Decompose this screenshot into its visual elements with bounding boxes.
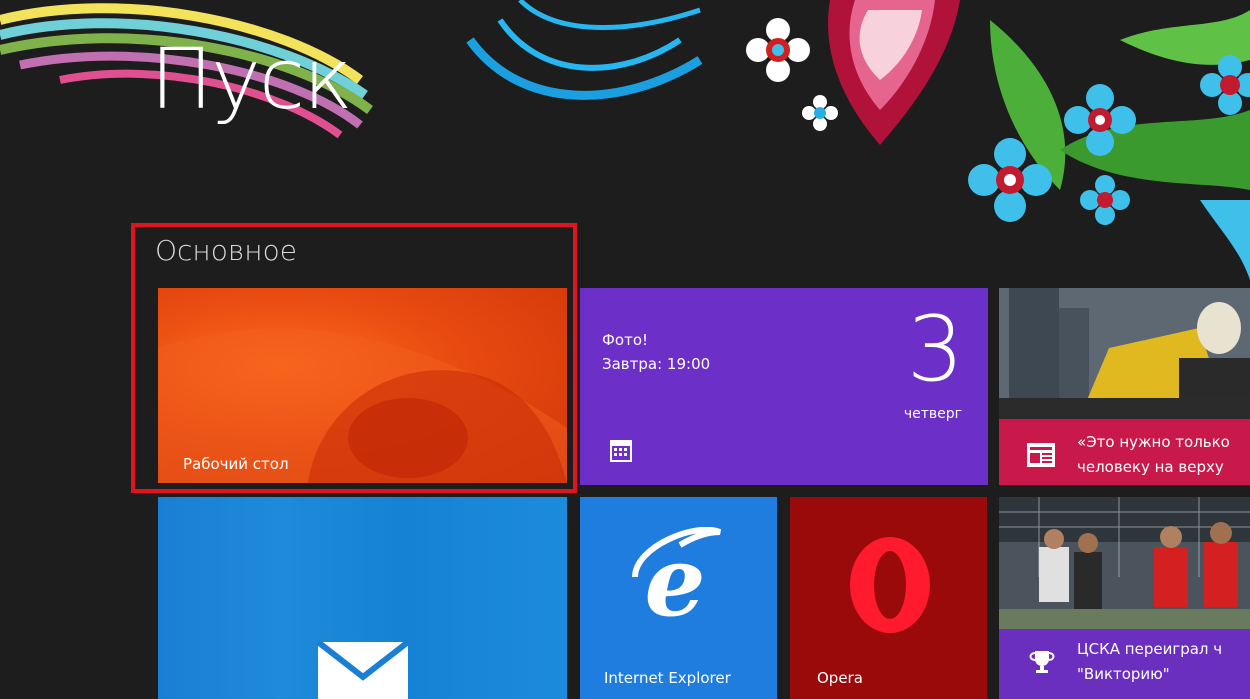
start-screen-title: Пуск (150, 30, 353, 128)
calendar-event-title: Фото! (602, 331, 649, 349)
tile-opera-label: Opera (817, 669, 863, 687)
tile-desktop[interactable]: Рабочий стол (158, 288, 567, 483)
calendar-icon (610, 440, 632, 462)
news-photo (999, 288, 1250, 419)
sport-headline-line2: "Викторию" (1077, 665, 1170, 683)
tile-news[interactable]: «Это нужно только человеку на верху (999, 288, 1250, 485)
tile-sport[interactable]: ЦСКА переиграл ч "Викторию" (999, 497, 1250, 699)
calendar-day-number: 3 (906, 297, 964, 402)
desktop-wallpaper-art (158, 328, 567, 483)
svg-text:e: e (644, 527, 705, 627)
news-headline-line1: «Это нужно только (1077, 433, 1230, 451)
calendar-event: Фото! Завтра: 19:00 (602, 328, 710, 376)
mail-envelope-icon (316, 639, 410, 699)
tile-mail[interactable] (158, 497, 567, 699)
sport-headline: ЦСКА переиграл ч "Викторию" (1077, 637, 1222, 687)
tile-ie-label: Internet Explorer (604, 669, 731, 687)
sport-photo (999, 497, 1250, 629)
calendar-event-time: Завтра: 19:00 (602, 355, 711, 373)
calendar-weekday: четверг (903, 406, 962, 422)
group-label-main[interactable]: Основное (155, 234, 297, 267)
tile-internet-explorer[interactable]: e Internet Explorer (580, 497, 777, 699)
opera-icon (850, 537, 930, 633)
tile-calendar[interactable]: Фото! Завтра: 19:00 3 четверг (580, 288, 988, 485)
news-headline: «Это нужно только человеку на верху (1077, 430, 1230, 480)
news-icon (1027, 443, 1055, 467)
tile-opera[interactable]: Opera (790, 497, 987, 699)
internet-explorer-icon: e (632, 527, 722, 627)
news-headline-line2: человеку на верху (1077, 458, 1224, 476)
sport-headline-line1: ЦСКА переиграл ч (1077, 640, 1223, 658)
trophy-icon (1029, 651, 1055, 673)
tile-desktop-label: Рабочий стол (183, 455, 289, 473)
